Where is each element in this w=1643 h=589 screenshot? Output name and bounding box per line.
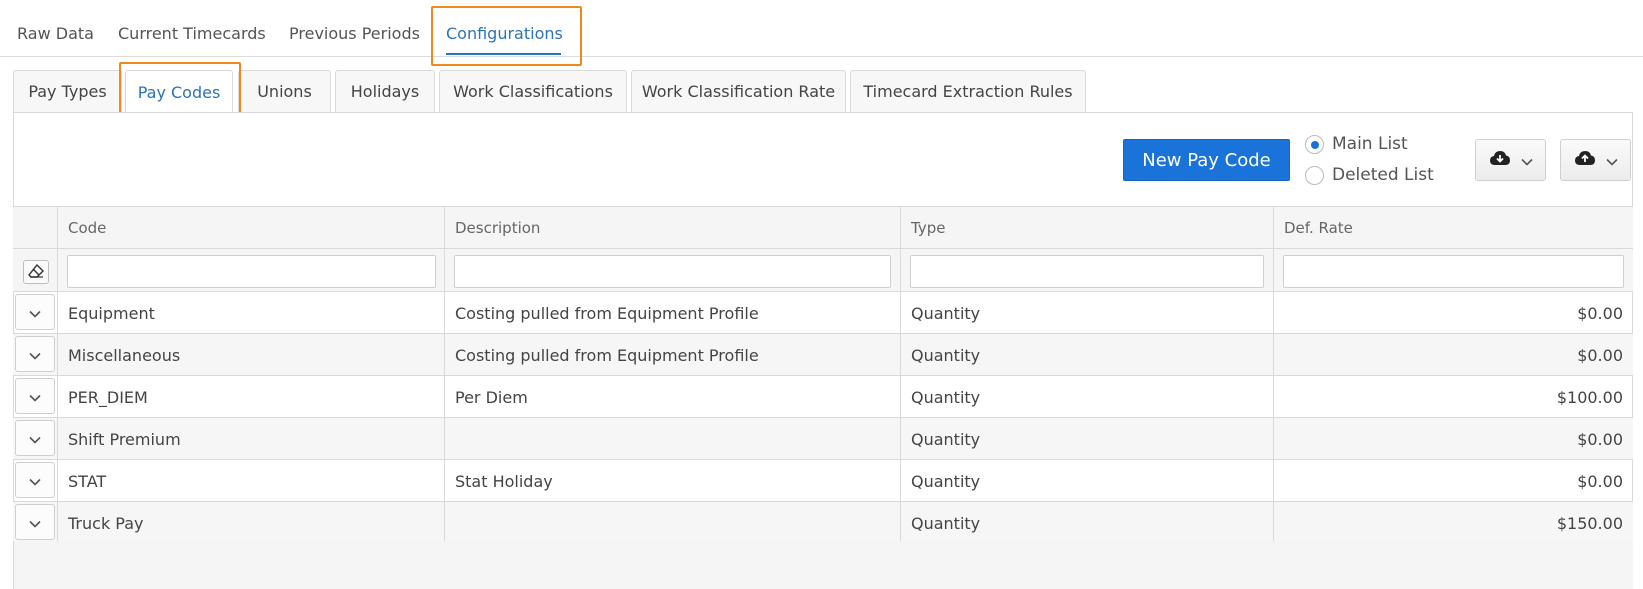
- cell-code: PER_DIEM: [57, 376, 444, 418]
- cell-def-rate: $0.00: [1273, 292, 1633, 334]
- cloud-download-icon: [1489, 150, 1511, 170]
- upload-menu-button[interactable]: [1560, 139, 1631, 181]
- download-menu-button[interactable]: [1475, 139, 1546, 181]
- chevron-down-icon: [1605, 151, 1618, 170]
- subtab-label: Pay Types: [28, 82, 107, 101]
- cell-code: Equipment: [57, 292, 444, 334]
- subtab-label: Work Classification Rate: [641, 82, 836, 101]
- cell-description: [444, 418, 900, 460]
- pay-codes-grid: Code Description Type Def. Rate Equipmen…: [13, 206, 1633, 544]
- tab-raw-data[interactable]: Raw Data: [17, 24, 94, 43]
- cell-type: Quantity: [900, 292, 1273, 334]
- subtab-label: Holidays: [350, 82, 420, 101]
- radio-main-list[interactable]: [1305, 134, 1324, 154]
- subtab-label: Pay Codes: [137, 82, 221, 102]
- table-row[interactable]: Equipment Costing pulled from Equipment …: [13, 292, 1633, 334]
- clear-filters-button[interactable]: [23, 260, 49, 284]
- cell-code: Miscellaneous: [57, 334, 444, 376]
- eraser-icon: [28, 263, 44, 282]
- tab-current-timecards[interactable]: Current Timecards: [118, 24, 266, 43]
- row-expand-button[interactable]: [15, 462, 55, 498]
- new-pay-code-button[interactable]: New Pay Code: [1123, 139, 1290, 181]
- radio-deleted-list[interactable]: [1305, 165, 1324, 185]
- top-navigation: Raw Data Current Timecards Previous Peri…: [0, 0, 1643, 57]
- table-row[interactable]: Shift Premium Quantity $0.00: [13, 418, 1633, 460]
- tab-previous-periods[interactable]: Previous Periods: [289, 24, 420, 43]
- table-row[interactable]: Miscellaneous Costing pulled from Equipm…: [13, 334, 1633, 376]
- cell-description: [444, 502, 900, 544]
- cell-def-rate: $100.00: [1273, 376, 1633, 418]
- filter-cell-type: [900, 249, 1273, 292]
- subtab-unions[interactable]: Unions: [238, 70, 331, 112]
- column-header-description[interactable]: Description: [444, 207, 900, 249]
- cell-def-rate: $150.00: [1273, 502, 1633, 544]
- row-expand-button[interactable]: [15, 294, 55, 330]
- subtab-work-classification-rate[interactable]: Work Classification Rate: [631, 70, 846, 112]
- tab-configurations[interactable]: Configurations: [446, 24, 563, 43]
- cloud-upload-icon: [1574, 150, 1596, 170]
- deleted-list-label: Deleted List: [1332, 165, 1434, 185]
- row-expand-button[interactable]: [15, 420, 55, 456]
- filter-code-input[interactable]: [67, 255, 436, 288]
- filter-cell-description: [444, 249, 900, 292]
- subtab-label: Work Classifications: [453, 82, 613, 101]
- row-expand-button[interactable]: [15, 378, 55, 414]
- filter-def-rate-input[interactable]: [1283, 255, 1624, 288]
- table-row[interactable]: STAT Stat Holiday Quantity $0.00: [13, 460, 1633, 502]
- cell-def-rate: $0.00: [1273, 460, 1633, 502]
- cell-description: Costing pulled from Equipment Profile: [444, 292, 900, 334]
- grid-empty-area: [13, 541, 1633, 589]
- chevron-down-icon: [29, 429, 41, 448]
- chevron-down-icon: [29, 345, 41, 364]
- cell-code: STAT: [57, 460, 444, 502]
- cell-description: Costing pulled from Equipment Profile: [444, 334, 900, 376]
- grid-header: Code Description Type Def. Rate: [13, 207, 1633, 249]
- cell-code: Shift Premium: [57, 418, 444, 460]
- cell-type: Quantity: [900, 418, 1273, 460]
- column-header-code[interactable]: Code: [57, 207, 444, 249]
- chevron-down-icon: [29, 471, 41, 490]
- chevron-down-icon: [1520, 151, 1533, 170]
- subtab-pay-codes[interactable]: Pay Codes: [125, 70, 233, 113]
- cell-def-rate: $0.00: [1273, 334, 1633, 376]
- chevron-down-icon: [29, 513, 41, 532]
- subtab-pay-types[interactable]: Pay Types: [13, 70, 122, 112]
- chevron-down-icon: [29, 303, 41, 322]
- row-expand-button[interactable]: [15, 504, 55, 540]
- cell-type: Quantity: [900, 376, 1273, 418]
- filter-row: [13, 249, 1633, 292]
- filter-cell-code: [57, 249, 444, 292]
- cell-description: Per Diem: [444, 376, 900, 418]
- subtab-timecard-extraction-rules[interactable]: Timecard Extraction Rules: [850, 70, 1086, 112]
- main-list-label: Main List: [1332, 134, 1408, 154]
- cell-def-rate: $0.00: [1273, 418, 1633, 460]
- subtab-work-classifications[interactable]: Work Classifications: [439, 70, 627, 112]
- subtab-label: Timecard Extraction Rules: [863, 82, 1073, 101]
- sub-tab-bar: Pay Types Pay Codes Unions Holidays Work…: [13, 70, 1633, 113]
- chevron-down-icon: [29, 387, 41, 406]
- subtab-label: Unions: [257, 82, 312, 101]
- filter-cell-def-rate: [1273, 249, 1633, 292]
- filter-description-input[interactable]: [454, 255, 891, 288]
- row-expand-button[interactable]: [15, 336, 55, 372]
- active-tab-indicator: [446, 53, 561, 55]
- cell-type: Quantity: [900, 460, 1273, 502]
- deleted-list-option[interactable]: Deleted List: [1305, 165, 1434, 185]
- cell-description: Stat Holiday: [444, 460, 900, 502]
- table-row[interactable]: Truck Pay Quantity $150.00: [13, 502, 1633, 544]
- subtab-holidays[interactable]: Holidays: [335, 70, 435, 112]
- main-list-option[interactable]: Main List: [1305, 134, 1408, 154]
- column-header-type[interactable]: Type: [900, 207, 1273, 249]
- cell-code: Truck Pay: [57, 502, 444, 544]
- cell-type: Quantity: [900, 334, 1273, 376]
- cell-type: Quantity: [900, 502, 1273, 544]
- filter-type-input[interactable]: [910, 255, 1264, 288]
- column-header-def-rate[interactable]: Def. Rate: [1273, 207, 1633, 249]
- table-row[interactable]: PER_DIEM Per Diem Quantity $100.00: [13, 376, 1633, 418]
